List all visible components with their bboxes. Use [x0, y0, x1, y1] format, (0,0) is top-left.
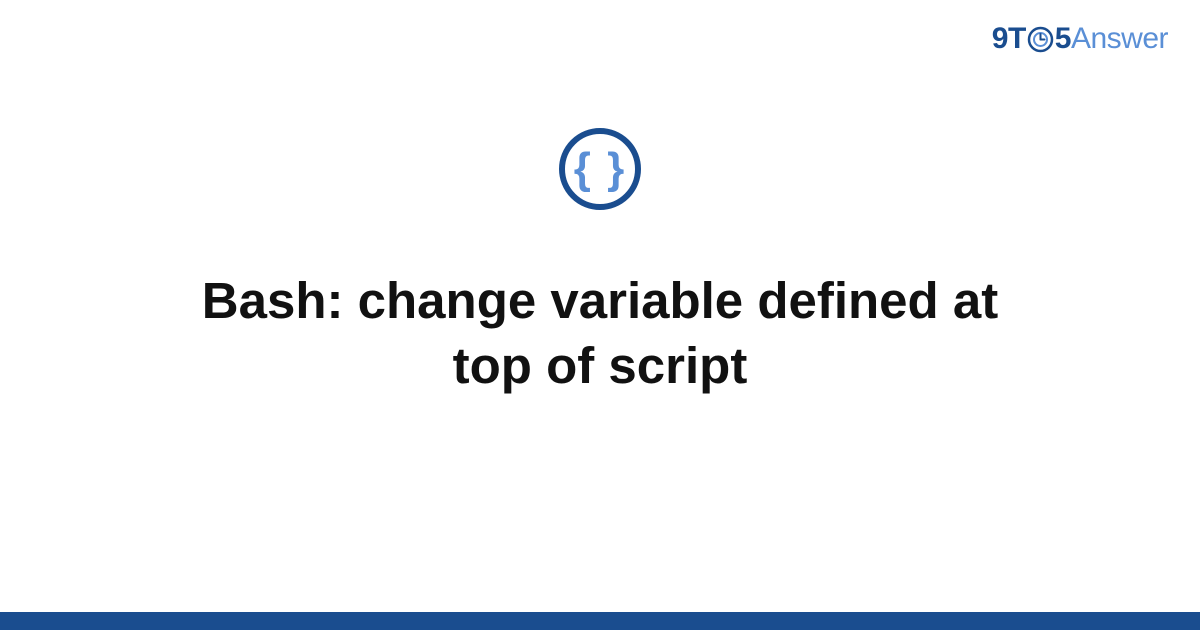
brand-t: T	[1008, 22, 1026, 56]
code-braces-icon: { }	[559, 128, 641, 210]
brand-nine: 9	[992, 22, 1008, 56]
brand-five: 5	[1055, 22, 1071, 56]
main-content: { } Bash: change variable defined at top…	[0, 128, 1200, 399]
page-title: Bash: change variable defined at top of …	[120, 268, 1080, 399]
clock-icon	[1027, 26, 1054, 53]
brand-logo: 9 T 5 Answer	[992, 22, 1168, 56]
brand-answer: Answer	[1071, 22, 1168, 56]
bottom-accent-bar	[0, 612, 1200, 630]
braces-glyph: { }	[574, 147, 626, 191]
